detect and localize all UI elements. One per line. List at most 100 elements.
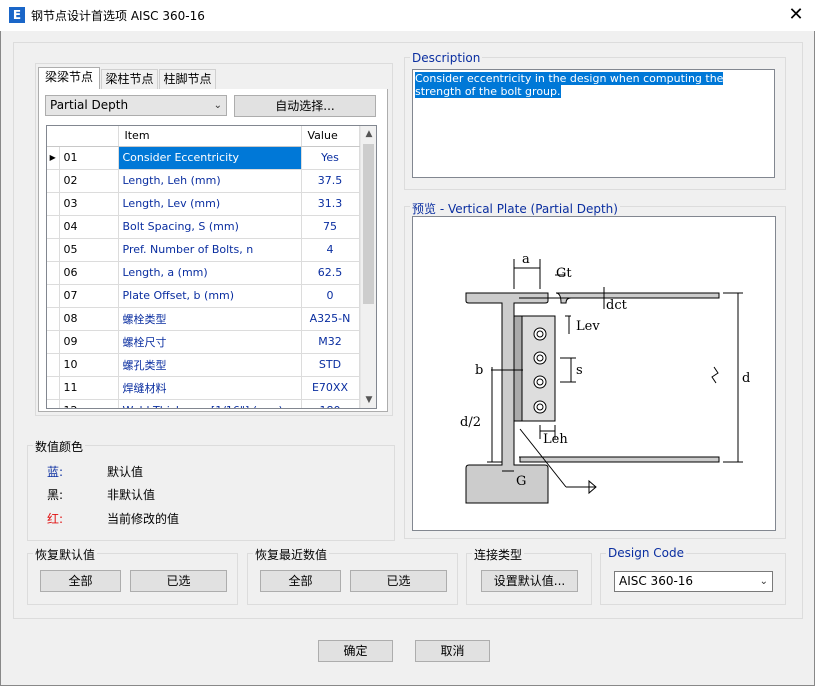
scroll-down-icon[interactable]: ▼ (361, 392, 376, 408)
chevron-down-icon: ⌄ (759, 576, 768, 587)
grid-scrollbar[interactable]: ▲ ▼ (360, 126, 376, 408)
label-gt: Gt (556, 266, 572, 281)
row-value[interactable]: 62.5 (301, 261, 360, 285)
row-number: 09 (59, 330, 119, 354)
row-selector[interactable] (47, 169, 60, 193)
table-row[interactable]: 09 螺栓尺寸 M32 (47, 330, 360, 354)
row-value[interactable]: 180 (301, 399, 360, 408)
row-value[interactable]: 4 (301, 238, 360, 262)
table-row[interactable]: 07 Plate Offset, b (mm) 0 (47, 284, 360, 308)
row-selector[interactable] (47, 192, 60, 216)
restore-default-all-button[interactable]: 全部 (40, 570, 121, 592)
preferences-grid[interactable]: Item Value ▶ 01 Consider Eccentricity Yes 02… (46, 125, 377, 409)
restore-recent-selected-button[interactable]: 已选 (350, 570, 447, 592)
value-colors-group (27, 445, 395, 541)
restore-default-label: 恢复默认值 (33, 546, 98, 563)
row-selector[interactable] (47, 284, 60, 308)
tab-beam-column[interactable]: 梁柱节点 (101, 69, 158, 89)
table-row[interactable]: ▶ 01 Consider Eccentricity Yes (47, 146, 360, 170)
scroll-up-icon[interactable]: ▲ (361, 126, 376, 142)
row-pointer-icon[interactable]: ▶ (47, 146, 60, 170)
row-selector[interactable] (47, 353, 60, 377)
label-lev: Lev (576, 319, 600, 334)
row-number: 02 (59, 169, 119, 193)
label-dct: dct (606, 298, 628, 313)
table-row[interactable]: 11 焊缝材料 E70XX (47, 376, 360, 400)
row-item[interactable]: Pref. Number of Bolts, n (118, 238, 302, 262)
row-item[interactable]: 螺栓尺寸 (118, 330, 302, 354)
row-selector[interactable] (47, 261, 60, 285)
preview-diagram: a Gt dct Lev b s d d/2 Leh G (412, 216, 776, 531)
close-icon[interactable]: ✕ (785, 4, 807, 26)
table-row[interactable]: 04 Bolt Spacing, S (mm) 75 (47, 215, 360, 239)
table-row[interactable]: 06 Length, a (mm) 62.5 (47, 261, 360, 285)
table-row[interactable]: 05 Pref. Number of Bolts, n4 (47, 238, 360, 262)
row-selector[interactable] (47, 238, 60, 262)
chevron-down-icon: ⌄ (213, 100, 222, 111)
grid-header-item: Item (118, 126, 302, 147)
description-text: Consider eccentricity in the design when… (415, 72, 724, 98)
row-number: 08 (59, 307, 119, 331)
row-selector[interactable] (47, 330, 60, 354)
tab-column-base[interactable]: 柱脚节点 (159, 69, 216, 89)
row-item[interactable]: 螺栓类型 (118, 307, 302, 331)
table-row[interactable]: 03 Length, Lev (mm) 31.3 (47, 192, 360, 216)
row-value[interactable]: Yes (301, 146, 360, 170)
row-value[interactable]: STD (301, 353, 360, 377)
legend-black-desc: 非默认值 (107, 488, 156, 502)
row-selector[interactable] (47, 215, 60, 239)
row-item[interactable]: Weld Thickness [1/16"] (mm) (118, 399, 302, 408)
scroll-thumb[interactable] (363, 144, 374, 304)
ok-button[interactable]: 确定 (318, 640, 393, 662)
design-code-select[interactable]: AISC 360-16 ⌄ (614, 571, 773, 592)
row-item[interactable]: Length, Leh (mm) (118, 169, 302, 193)
table-row[interactable]: 12Weld Thickness [1/16"] (mm)180 (47, 399, 360, 408)
etabs-app-icon: E (9, 7, 25, 23)
row-value[interactable]: 75 (301, 215, 360, 239)
row-item[interactable]: Bolt Spacing, S (mm) (118, 215, 302, 239)
auto-select-button[interactable]: 自动选择... (234, 95, 376, 117)
row-item[interactable]: 焊缝材料 (118, 376, 302, 400)
label-leh: Leh (543, 432, 568, 447)
row-item[interactable]: Plate Offset, b (mm) (118, 284, 302, 308)
window-title: 钢节点设计首选项 AISC 360-16 (31, 9, 205, 23)
table-row[interactable]: 02 Length, Leh (mm) 37.5 (47, 169, 360, 193)
tab-beam-beam[interactable]: 梁梁节点 (38, 67, 100, 89)
grid-header-num (59, 126, 119, 147)
row-selector[interactable] (47, 307, 60, 331)
table-row[interactable]: 10 螺孔类型 STD (47, 353, 360, 377)
row-selector[interactable] (47, 399, 60, 408)
title-bar: E 钢节点设计首选项 AISC 360-16 ✕ (0, 0, 815, 31)
depth-select-value: Partial Depth (50, 98, 129, 112)
row-number: 12 (59, 399, 119, 408)
legend-blue-key: 蓝: (47, 465, 64, 479)
row-number: 07 (59, 284, 119, 308)
legend-red-desc: 当前修改的值 (107, 512, 180, 526)
row-value[interactable]: E70XX (301, 376, 360, 400)
row-item[interactable]: Consider Eccentricity (118, 146, 302, 170)
table-row[interactable]: 08 螺栓类型 A325-N (47, 307, 360, 331)
cancel-button[interactable]: 取消 (415, 640, 490, 662)
grid-header-value: Value (301, 126, 360, 147)
row-selector[interactable] (47, 376, 60, 400)
preview-label: 预览 - Vertical Plate (Partial Depth) (410, 200, 620, 217)
set-default-button[interactable]: 设置默认值... (481, 570, 578, 592)
description-text-box[interactable]: Consider eccentricity in the design when… (412, 69, 775, 178)
row-value[interactable]: 0 (301, 284, 360, 308)
row-item[interactable]: Length, Lev (mm) (118, 192, 302, 216)
row-number: 11 (59, 376, 119, 400)
legend-blue-desc: 默认值 (107, 465, 144, 479)
row-value[interactable]: 31.3 (301, 192, 360, 216)
row-value[interactable]: 37.5 (301, 169, 360, 193)
row-number: 01 (59, 146, 119, 170)
row-value[interactable]: A325-N (301, 307, 360, 331)
connection-type-label: 连接类型 (472, 546, 525, 563)
legend-black-key: 黑: (47, 488, 64, 502)
restore-default-selected-button[interactable]: 已选 (130, 570, 227, 592)
row-item[interactable]: Length, a (mm) (118, 261, 302, 285)
depth-select[interactable]: Partial Depth ⌄ (45, 95, 227, 116)
row-value[interactable]: M32 (301, 330, 360, 354)
row-number: 10 (59, 353, 119, 377)
row-item[interactable]: 螺孔类型 (118, 353, 302, 377)
restore-recent-all-button[interactable]: 全部 (260, 570, 341, 592)
